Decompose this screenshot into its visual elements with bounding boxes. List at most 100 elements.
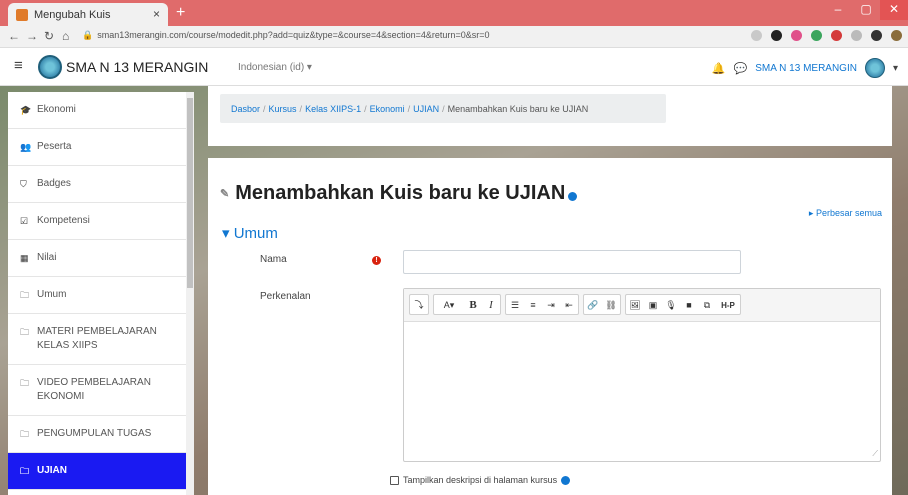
tab-close-icon[interactable]: × <box>153 7 160 21</box>
editor-tool-button[interactable]: 🎙 <box>662 295 680 314</box>
sidebar-item[interactable]: 🗀 UJIAN <box>8 453 186 490</box>
profile-icon[interactable] <box>891 30 902 41</box>
show-description-checkbox[interactable] <box>390 475 399 485</box>
editor-tool-button[interactable]: ☰ <box>506 295 524 314</box>
star-icon[interactable] <box>751 30 762 41</box>
resize-handle-icon[interactable]: ⟋ <box>872 449 878 459</box>
browser-tab[interactable]: Mengubah Kuis × <box>8 3 168 26</box>
editor-tool-button[interactable]: B <box>464 295 482 314</box>
breadcrumb-item[interactable]: Kursus <box>269 104 297 114</box>
site-name[interactable]: SMA N 13 MERANGIN <box>66 59 208 75</box>
shield-icon: ⛉ <box>20 179 27 189</box>
notification-bell-icon[interactable]: 🔔 <box>712 62 726 75</box>
help-icon[interactable] <box>561 475 571 485</box>
sidebar-item[interactable]: 🗀 Umum <box>8 277 186 314</box>
extension-icon[interactable] <box>811 30 822 41</box>
chevron-down-icon[interactable]: ▾ <box>893 63 898 74</box>
toolbar-group: A▾ B I <box>433 294 501 315</box>
language-selector[interactable]: Indonesian (id) ▾ <box>238 62 312 73</box>
sidebar-item[interactable]: 🗀 MATERI PEMBELAJARAN KELAS XIIPS <box>8 314 186 365</box>
editor-tool-button[interactable]: ■ <box>680 295 698 314</box>
close-window-button[interactable]: ✕ <box>880 0 908 20</box>
school-logo[interactable] <box>38 55 62 79</box>
sidebar-item-label: Umum <box>37 289 67 300</box>
hamburger-menu-icon[interactable]: ≡ <box>14 57 23 74</box>
sidebar-item-label: Badges <box>37 178 71 189</box>
reload-icon[interactable]: ↻ <box>44 29 54 43</box>
show-description-row: Tampilkan deskripsi di halaman kursus <box>390 475 571 485</box>
back-arrow-icon[interactable]: ← <box>8 29 20 43</box>
folder-icon: 🗀 <box>20 378 30 388</box>
breadcrumb-separator: / <box>263 104 266 114</box>
forward-arrow-icon[interactable]: → <box>26 29 38 43</box>
address-bar-row: ← → ↻ ⌂ 🔒 sman13merangin.com/course/moded… <box>0 26 908 48</box>
extension-icons <box>751 30 902 41</box>
graduation-cap-icon: 🎓 <box>20 105 32 115</box>
extension-icon[interactable] <box>791 30 802 41</box>
editor-tool-button[interactable]: H-P <box>716 295 740 314</box>
sidebar-item[interactable]: ⛉ Badges <box>8 166 186 203</box>
editor-tool-button[interactable]: ⧉ <box>698 295 716 314</box>
sidebar-scrollbar[interactable] <box>186 92 194 495</box>
breadcrumb-item[interactable]: Dasbor <box>231 104 260 114</box>
scrollbar-thumb[interactable] <box>187 98 193 288</box>
user-area: 🔔 💬 SMA N 13 MERANGIN ▾ <box>712 58 898 78</box>
breadcrumb-item[interactable]: Ekonomi <box>370 104 405 114</box>
home-icon[interactable]: ⌂ <box>62 29 69 43</box>
sidebar-item[interactable]: 👥 Peserta <box>8 129 186 166</box>
users-icon: 👥 <box>20 142 32 152</box>
name-input[interactable] <box>403 250 741 274</box>
expand-all-link[interactable]: ▸ Perbesar semua <box>809 208 882 219</box>
editor-tool-button[interactable]: ⤵ <box>410 295 428 314</box>
intro-editor[interactable]: ⤵ A▾ B I ☰ ≡ ⇥ ⇤ 🔗 ⛓ 🖼 ▣ 🎙 ■ ⧉ H-P ⟋ <box>403 288 881 462</box>
show-description-label[interactable]: Tampilkan deskripsi di halaman kursus <box>403 475 557 485</box>
sidebar-item[interactable]: 🗀 VIDEO PEMBELAJARAN EKONOMI <box>8 365 186 416</box>
breadcrumb-separator: / <box>407 104 411 114</box>
editor-tool-button[interactable]: ≡ <box>524 295 542 314</box>
extension-icon[interactable] <box>851 30 862 41</box>
quiz-icon: ✎ <box>220 188 230 200</box>
url-field[interactable]: 🔒 sman13merangin.com/course/modedit.php?a… <box>82 30 489 41</box>
toolbar-group: 🔗 ⛓ <box>583 294 621 315</box>
course-nav-drawer: 🎓 Ekonomi 👥 Peserta ⛉ Badges ☑ Kompetensi ▦ Nilai… <box>8 92 186 495</box>
breadcrumb-item: Menambahkan Kuis baru ke UJIAN <box>447 104 589 114</box>
required-icon: ! <box>372 256 381 265</box>
editor-tool-button[interactable]: ⇥ <box>542 295 560 314</box>
tab-title: Mengubah Kuis <box>34 8 111 21</box>
breadcrumb-item[interactable]: Kelas XIIPS-1 <box>305 104 361 114</box>
minimize-button[interactable]: – <box>824 0 852 20</box>
sidebar-item-label: Nilai <box>37 252 57 263</box>
breadcrumb-separator: / <box>364 104 367 114</box>
sidebar-item-label: PENGUMPULAN TUGAS <box>37 428 152 439</box>
messages-icon[interactable]: 💬 <box>734 62 748 75</box>
sidebar-item[interactable]: ☑ Kompetensi <box>8 203 186 240</box>
editor-tool-button[interactable]: ▣ <box>644 295 662 314</box>
puzzle-icon[interactable] <box>871 30 882 41</box>
editor-tool-button[interactable]: ⛓ <box>602 295 620 314</box>
maximize-button[interactable]: ▢ <box>852 0 880 20</box>
avatar[interactable] <box>864 58 885 78</box>
help-icon[interactable] <box>568 192 578 201</box>
sidebar-item[interactable]: 🗀 PENGUMPULAN TUGAS <box>8 416 186 453</box>
form-card: ✎ Menambahkan Kuis baru ke UJIAN ▸ Perbe… <box>208 158 892 495</box>
editor-tool-button[interactable]: ⇤ <box>560 295 578 314</box>
breadcrumb-item[interactable]: UJIAN <box>413 104 439 114</box>
new-tab-button[interactable]: + <box>176 4 185 22</box>
check-square-icon: ☑ <box>20 216 29 226</box>
folder-icon: 🗀 <box>20 327 30 337</box>
adblock-icon[interactable] <box>831 30 842 41</box>
sidebar-item[interactable]: 🎓 Ekonomi <box>8 92 186 129</box>
extension-icon[interactable] <box>771 30 782 41</box>
editor-tool-button[interactable]: I <box>482 295 500 314</box>
editor-tool-button[interactable]: A▾ <box>434 295 464 314</box>
section-header-umum[interactable]: ▾ Umum <box>222 224 278 242</box>
editor-tool-button[interactable]: 🔗 <box>584 295 602 314</box>
sidebar-item-label: Ekonomi <box>37 104 76 115</box>
breadcrumb: Dasbor / Kursus / Kelas XIIPS-1/Ekonomi / UJIA… <box>220 94 666 123</box>
sidebar-item-label: Peserta <box>37 141 72 152</box>
user-name[interactable]: SMA N 13 MERANGIN <box>755 63 857 74</box>
toolbar-group: 🖼 ▣ 🎙 ■ ⧉ H-P <box>625 294 741 315</box>
toolbar-group: ⤵ <box>409 294 429 315</box>
editor-tool-button[interactable]: 🖼 <box>626 295 644 314</box>
sidebar-item[interactable]: ▦ Nilai <box>8 240 186 277</box>
